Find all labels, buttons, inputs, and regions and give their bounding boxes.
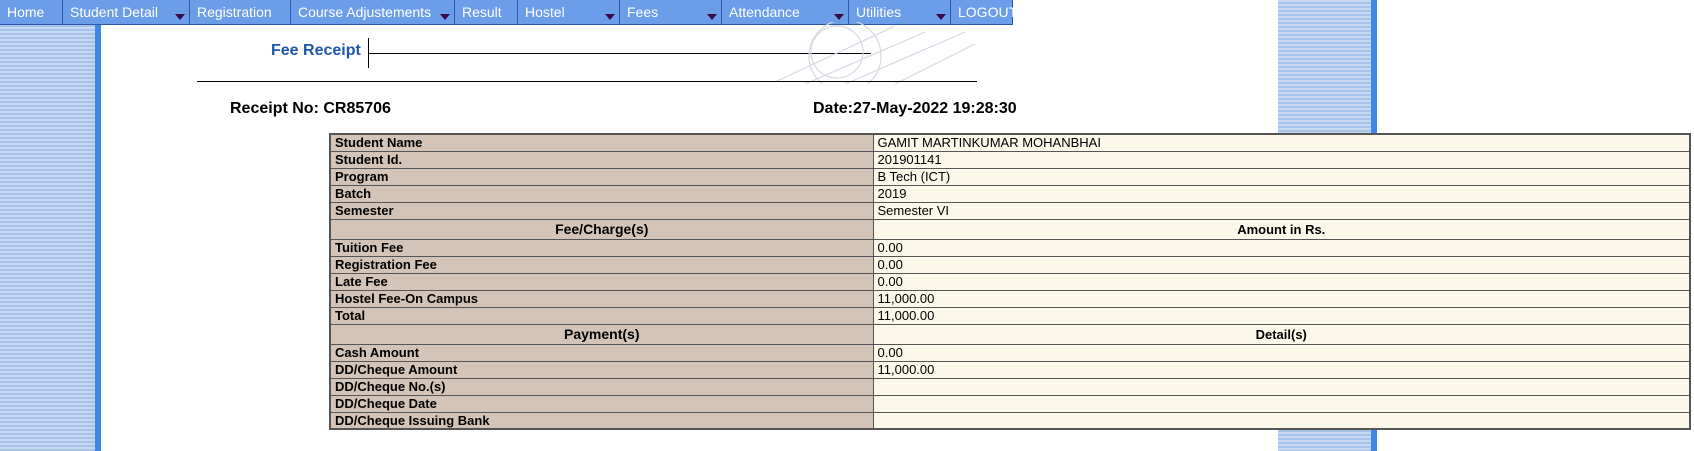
table-row: DD/Cheque Date [329, 394, 1691, 413]
row-value: 0.00 [872, 272, 1691, 291]
row-label: DD/Cheque Amount [329, 360, 874, 379]
nav-item-label: LOGOUT [958, 4, 1018, 20]
receipt-number: Receipt No: CR85706 [230, 100, 391, 117]
dropdown-arrow-icon [834, 14, 844, 20]
left-decorative-stripes [0, 23, 95, 451]
nav-item-label: Fees [627, 4, 659, 20]
table-row: Tuition Fee 0.00 [329, 238, 1691, 257]
row-label: Late Fee [329, 272, 874, 291]
row-value: Semester VI [872, 201, 1691, 220]
section-header-label: Payment(s) [329, 323, 874, 345]
nav-item-label: Student Detail [70, 4, 158, 20]
row-label: Registration Fee [329, 255, 874, 274]
row-label: DD/Cheque Date [329, 394, 874, 413]
row-value: 0.00 [872, 343, 1691, 362]
left-accent-bar [95, 23, 101, 451]
table-row: Student Name GAMIT MARTINKUMAR MOHANBHAI [329, 133, 1691, 152]
row-label: Student Id. [329, 150, 874, 169]
dropdown-arrow-icon [440, 14, 450, 20]
nav-item-home[interactable]: Home [0, 0, 63, 25]
nav-item-registration[interactable]: Registration [190, 0, 291, 25]
section-header-label: Fee/Charge(s) [329, 218, 874, 240]
nav-item-label: Result [462, 4, 502, 20]
row-value: 201901141 [872, 150, 1691, 169]
row-value: 11,000.00 [872, 360, 1691, 379]
table-row: Student Id. 201901141 [329, 150, 1691, 169]
nav-item-label: Registration [197, 4, 272, 20]
row-label: Program [329, 167, 874, 186]
nav-item-label: Hostel [525, 4, 565, 20]
dropdown-arrow-icon [175, 14, 185, 20]
row-label: Hostel Fee-On Campus [329, 289, 874, 308]
table-row: Batch 2019 [329, 184, 1691, 203]
section-header-value: Amount in Rs. [872, 218, 1691, 240]
row-label: Student Name [329, 133, 874, 152]
nav-item-student-detail[interactable]: Student Detail [63, 0, 190, 25]
row-label: Tuition Fee [329, 238, 874, 257]
nav-item-label: Course Adjustements [298, 4, 432, 20]
row-label: Batch [329, 184, 874, 203]
table-row: Semester Semester VI [329, 201, 1691, 220]
row-label: DD/Cheque No.(s) [329, 377, 874, 396]
dropdown-arrow-icon [936, 14, 946, 20]
table-row: Program B Tech (ICT) [329, 167, 1691, 186]
nav-item-label: Home [7, 4, 45, 20]
header-rule [197, 81, 977, 82]
nav-item-result[interactable]: Result [455, 0, 518, 25]
receipt-date: Date:27-May-2022 19:28:30 [813, 100, 1017, 117]
table-row: Total 11,000.00 [329, 306, 1691, 325]
table-row: Late Fee 0.00 [329, 272, 1691, 291]
table-row: Cash Amount 0.00 [329, 343, 1691, 362]
fee-receipt-table: Student Name GAMIT MARTINKUMAR MOHANBHAI S… [329, 133, 1691, 430]
row-value: 11,000.00 [872, 306, 1691, 325]
row-value [872, 377, 1691, 396]
table-row: Hostel Fee-On Campus 11,000.00 [329, 289, 1691, 308]
table-row: Registration Fee 0.00 [329, 255, 1691, 274]
decorative-swirl-graphic [775, 22, 975, 84]
dropdown-arrow-icon [605, 14, 615, 20]
nav-item-label: Attendance [729, 4, 800, 20]
row-value: 2019 [872, 184, 1691, 203]
nav-item-fees[interactable]: Fees [620, 0, 722, 25]
section-header-value: Detail(s) [872, 323, 1691, 345]
row-label: Total [329, 306, 874, 325]
row-value [872, 411, 1691, 430]
row-value: 0.00 [872, 255, 1691, 274]
row-label: Cash Amount [329, 343, 874, 362]
table-row: DD/Cheque Issuing Bank [329, 411, 1691, 430]
row-value: GAMIT MARTINKUMAR MOHANBHAI [872, 133, 1691, 152]
nav-item-course-adjustements[interactable]: Course Adjustements [291, 0, 455, 25]
nav-item-label: Utilities [856, 4, 902, 20]
table-section-header: Payment(s) Detail(s) [329, 323, 1691, 345]
table-row: DD/Cheque No.(s) [329, 377, 1691, 396]
row-value: 0.00 [872, 238, 1691, 257]
nav-item-hostel[interactable]: Hostel [518, 0, 620, 25]
row-label: DD/Cheque Issuing Bank [329, 411, 874, 430]
dropdown-arrow-icon [707, 14, 717, 20]
table-section-header: Fee/Charge(s) Amount in Rs. [329, 218, 1691, 240]
row-value [872, 394, 1691, 413]
row-value: 11,000.00 [872, 289, 1691, 308]
table-row: DD/Cheque Amount 11,000.00 [329, 360, 1691, 379]
page-title: Fee Receipt [271, 42, 361, 59]
row-label: Semester [329, 201, 874, 220]
row-value: B Tech (ICT) [872, 167, 1691, 186]
